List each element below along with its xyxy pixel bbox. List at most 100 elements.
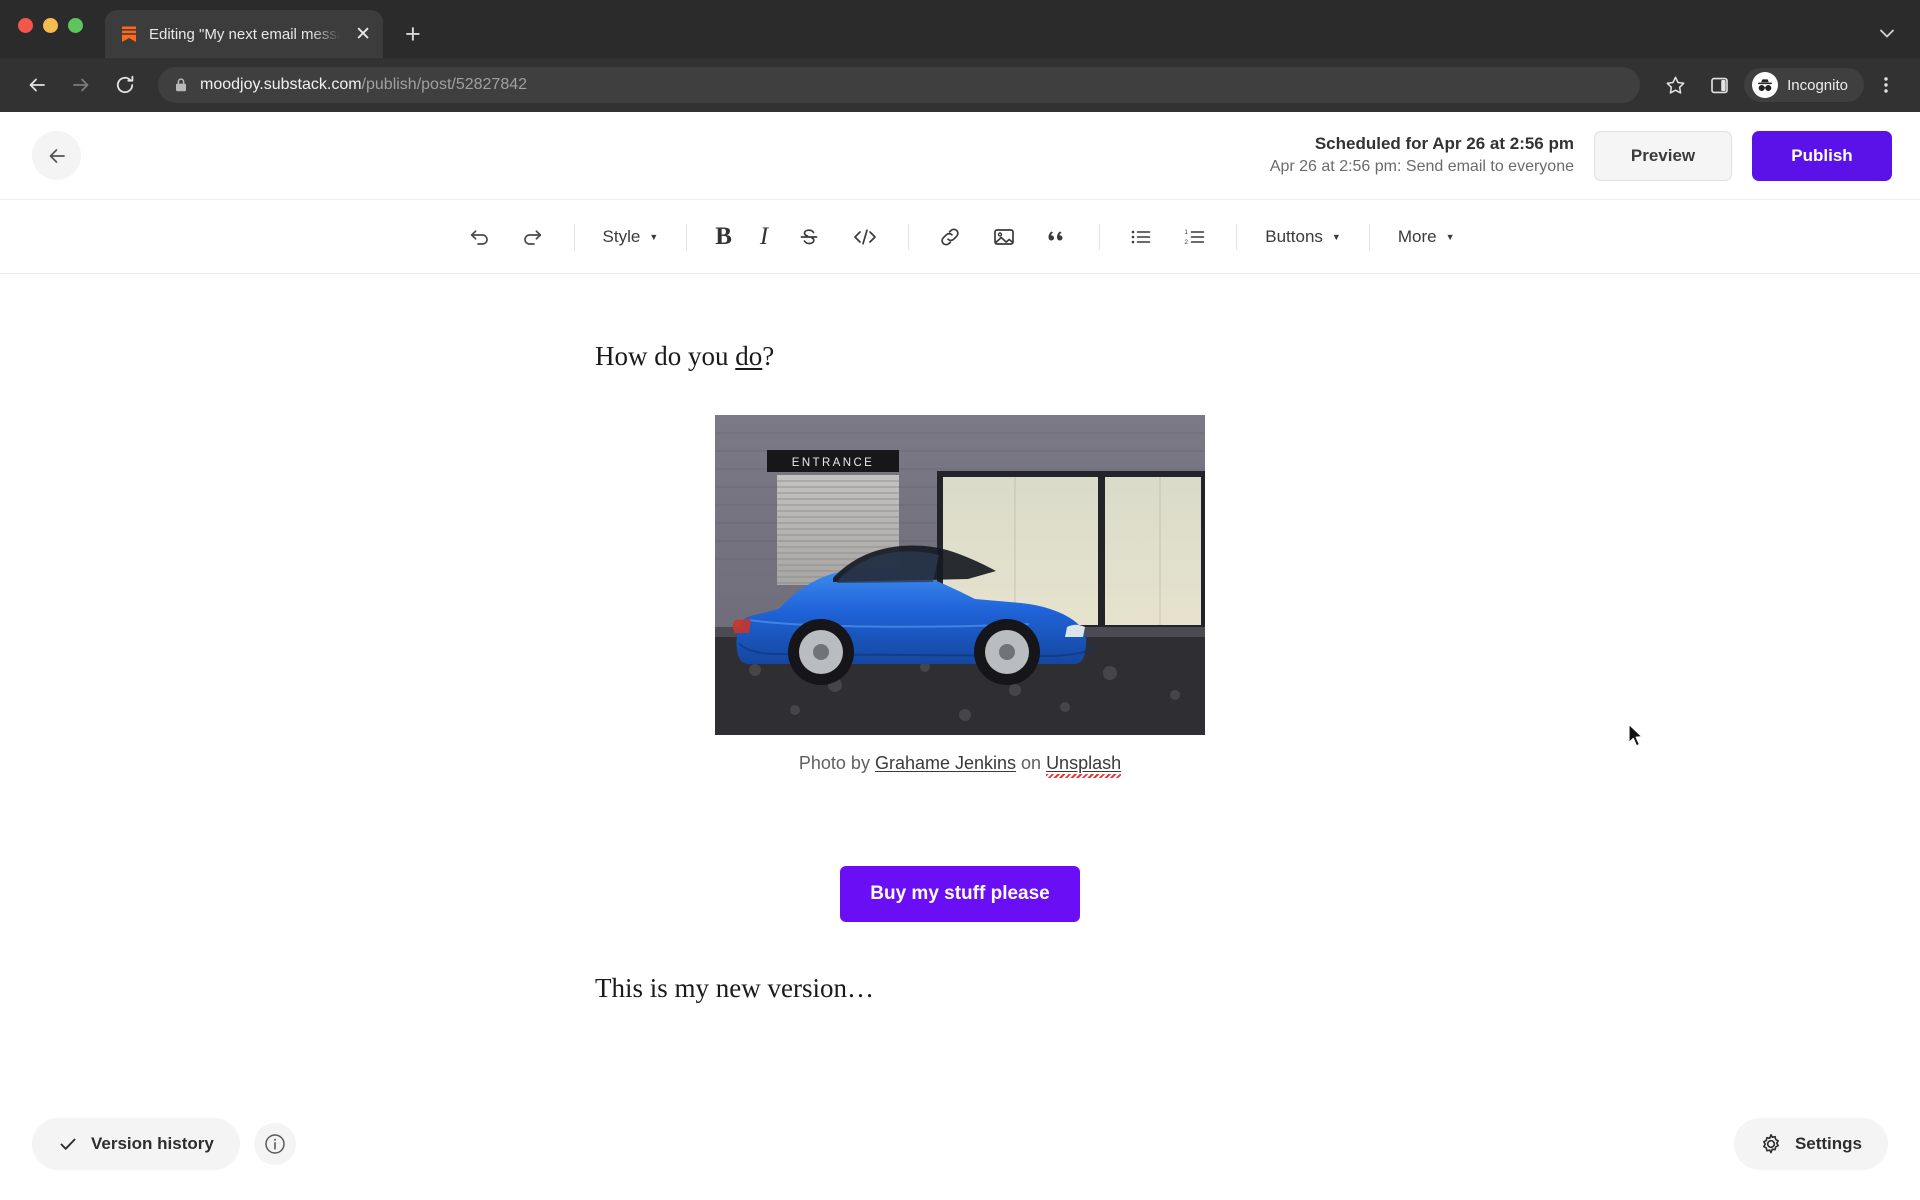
formatting-toolbar: Style ▼ B I 1 2 Buttons ▼ More ▼ [0,200,1920,274]
svg-text:ENTRANCE: ENTRANCE [792,457,874,469]
link-icon [937,224,963,250]
window-traffic-lights [18,0,83,58]
toolbar-divider [1368,223,1370,250]
back-button[interactable] [32,131,81,180]
editor-header: Scheduled for Apr 26 at 2:56 pm Apr 26 a… [0,112,1920,200]
post-figure[interactable]: ENTRANCE Photo by Grahame Jenkins on Uns… [595,414,1325,774]
gear-icon [1760,1133,1782,1155]
settings-button[interactable]: Settings [1733,1118,1888,1170]
version-history-label: Version history [91,1134,214,1153]
browser-tab-title: Editing "My next email messag [149,25,342,43]
arrow-right-icon [62,66,100,104]
bold-label: B [715,222,732,250]
close-icon[interactable]: ✕ [351,25,371,44]
schedule-status: Scheduled for Apr 26 at 2:56 pm Apr 26 a… [1270,133,1574,178]
editor-canvas[interactable]: How do you do? ENTRANCE Photo by Grahame… [0,274,1920,1200]
more-dropdown[interactable]: More ▼ [1384,215,1469,259]
plus-icon[interactable]: + [405,21,421,48]
check-icon [58,1134,78,1154]
side-panel-icon[interactable] [1700,66,1738,104]
strikethrough-icon [796,224,822,250]
maximize-window-button[interactable] [68,17,83,33]
incognito-label: Incognito [1787,76,1848,94]
paragraph-version[interactable]: This is my new version… [595,968,1325,1009]
toolbar-divider [686,223,688,250]
paragraph-text-before: How do you [595,341,736,371]
post-image[interactable]: ENTRANCE [715,414,1205,735]
url-bar[interactable]: moodjoy.substack.com/publish/post/528278… [158,67,1641,103]
star-icon[interactable] [1656,66,1694,104]
caption-source-link[interactable]: Unsplash [1046,753,1121,773]
kebab-menu-icon[interactable] [1870,74,1902,96]
mouse-pointer-icon [1627,723,1645,749]
svg-text:2: 2 [1185,238,1189,245]
style-label: Style [602,226,641,246]
redo-icon [520,224,546,250]
chevron-down-icon: ▼ [1445,231,1455,242]
version-history-button[interactable]: Version history [32,1118,240,1170]
italic-button[interactable]: I [746,215,782,259]
incognito-icon [1752,72,1779,98]
code-icon [850,224,880,250]
italic-label: I [759,222,769,250]
paragraph-text-underlined: do [735,341,763,371]
car-photo-illustration: ENTRANCE [715,414,1205,735]
code-button[interactable] [836,215,894,259]
incognito-indicator[interactable]: Incognito [1744,68,1864,102]
style-dropdown[interactable]: Style ▼ [589,215,673,259]
undo-button[interactable] [452,215,506,259]
undo-icon [466,224,492,250]
caption-middle: on [1016,752,1047,773]
toolbar-divider [1236,223,1238,250]
arrow-left-icon[interactable] [18,66,56,104]
browser-tabstrip: Editing "My next email messag ✕ + [0,0,1920,58]
numbered-list-icon: 12 [1182,224,1208,250]
substack-editor-app: Scheduled for Apr 26 at 2:56 pm Apr 26 a… [0,112,1920,1200]
chevron-down-icon: ▼ [1331,231,1341,242]
svg-text:1: 1 [1185,228,1189,235]
more-label: More [1397,226,1437,246]
omnibar-actions: Incognito [1656,66,1902,104]
buttons-dropdown[interactable]: Buttons ▼ [1251,215,1355,259]
paragraph-text-after: ? [762,341,775,371]
quote-button[interactable] [1031,215,1085,259]
buttons-label: Buttons [1265,226,1323,246]
editor-header-actions: Scheduled for Apr 26 at 2:56 pm Apr 26 a… [1270,130,1892,181]
toolbar-divider [908,223,910,250]
browser-tab[interactable]: Editing "My next email messag ✕ [105,10,383,58]
close-window-button[interactable] [18,17,33,33]
reload-icon[interactable] [106,66,144,104]
url-path: /publish/post/52827842 [361,76,528,93]
paragraph-greeting[interactable]: How do you do? [595,336,1325,377]
numbered-list-button[interactable]: 12 [1168,215,1222,259]
bold-button[interactable]: B [701,215,746,259]
redo-button[interactable] [506,215,560,259]
buy-my-stuff-button[interactable]: Buy my stuff please [840,865,1080,922]
quote-icon [1045,224,1071,250]
post-document[interactable]: How do you do? ENTRANCE Photo by Grahame… [595,274,1325,1008]
substack-icon [119,24,139,44]
info-circle-icon [263,1132,287,1156]
info-button[interactable] [253,1123,296,1165]
preview-button[interactable]: Preview [1594,130,1732,181]
caption-author-link[interactable]: Grahame Jenkins [875,753,1016,773]
caption-prefix: Photo by [798,752,875,773]
image-button[interactable] [977,215,1031,259]
arrow-left-icon [45,144,69,168]
schedule-subtitle: Apr 26 at 2:56 pm: Send email to everyon… [1269,158,1574,176]
bullet-list-button[interactable] [1114,215,1168,259]
editor-bottom-left: Version history [32,1118,296,1170]
strikethrough-button[interactable] [782,215,836,259]
link-button[interactable] [923,215,977,259]
bullet-list-icon [1128,224,1154,250]
editor-bottom-right: Settings [1733,1118,1888,1170]
minimize-window-button[interactable] [43,17,58,33]
publish-button[interactable]: Publish [1752,130,1892,181]
toolbar-divider [573,223,575,250]
lock-icon [174,77,188,93]
chevron-down-icon: ▼ [649,231,659,242]
settings-label: Settings [1794,1134,1862,1153]
browser-omnibar: moodjoy.substack.com/publish/post/528278… [0,58,1920,112]
image-caption[interactable]: Photo by Grahame Jenkins on Unsplash [595,753,1325,774]
chevron-down-icon[interactable] [1876,22,1898,44]
